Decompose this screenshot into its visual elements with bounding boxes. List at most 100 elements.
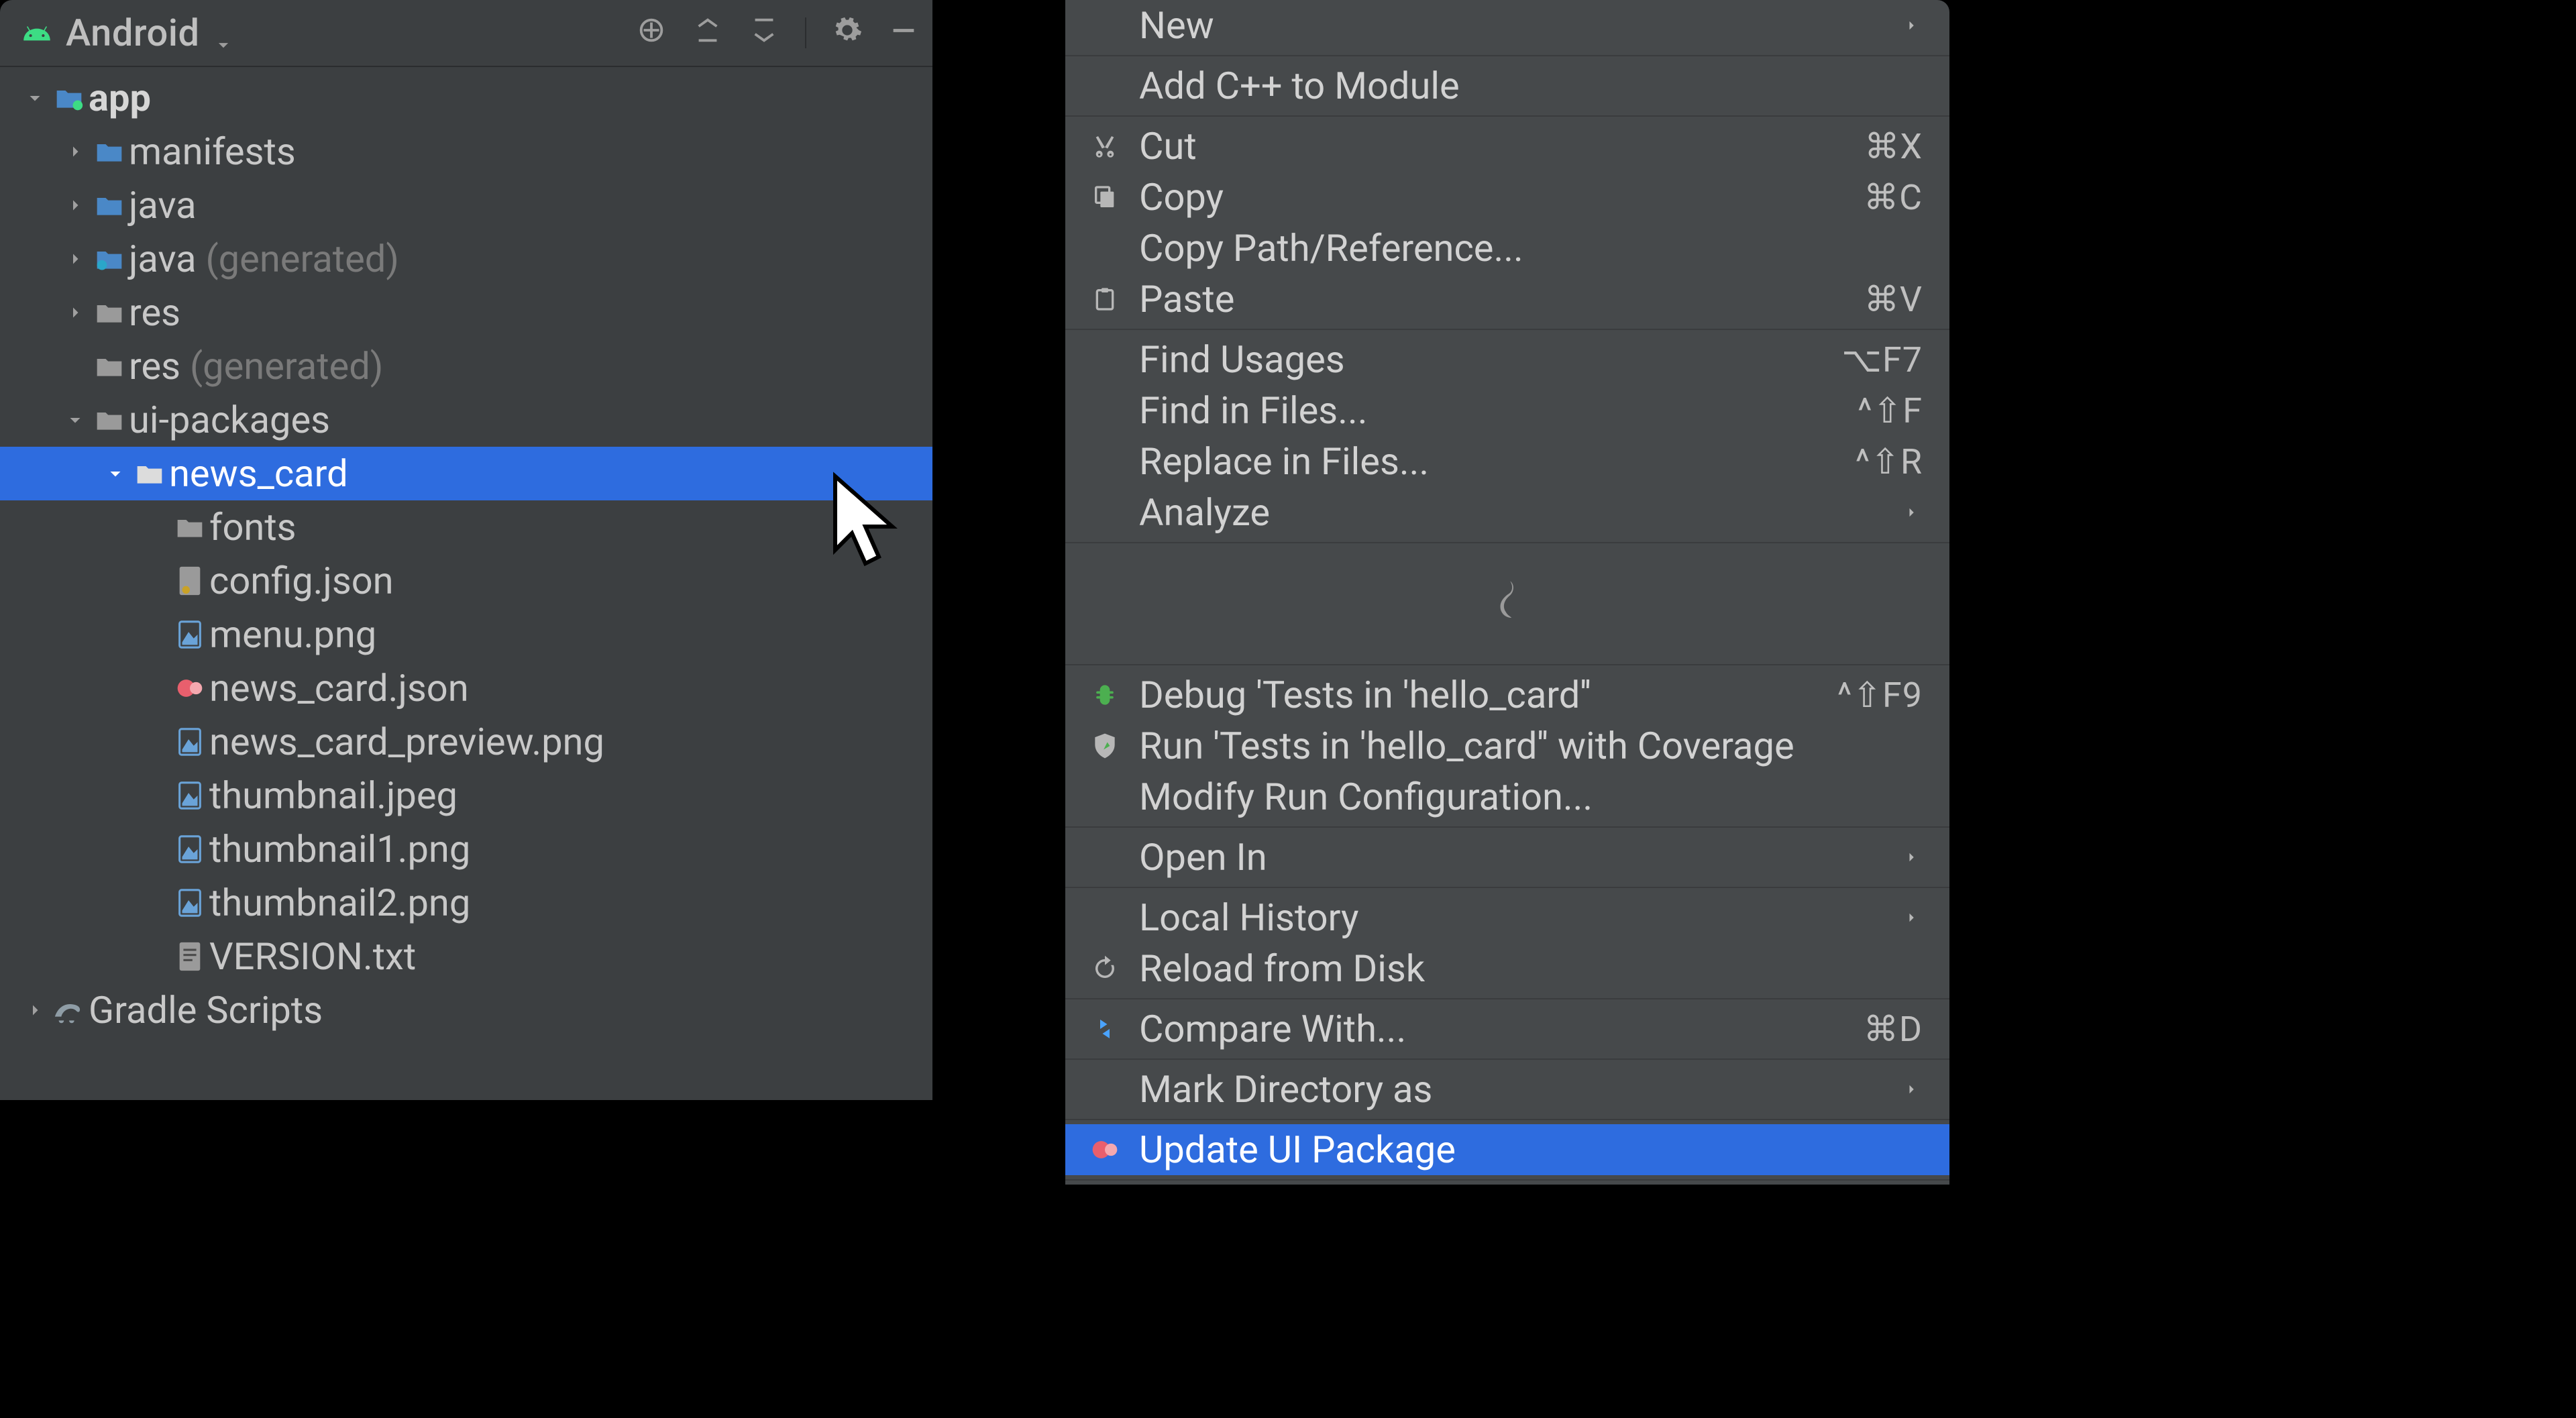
tree-node-gradle-scripts[interactable]: Gradle Scripts — [0, 983, 932, 1037]
menu-label: Update UI Package — [1139, 1128, 1923, 1172]
project-panel-header: Android — [0, 0, 932, 67]
hide-icon[interactable] — [888, 11, 919, 55]
tree-node-ui-packages[interactable]: ui-packages — [0, 393, 932, 447]
tree-node-news-card[interactable]: news_card — [0, 447, 932, 500]
chevron-right-icon — [1900, 502, 1923, 523]
resource-folder-icon — [90, 353, 129, 379]
menu-item-find-usages[interactable]: Find Usages ⌥F7 — [1065, 334, 1949, 385]
tree-node-news-card-preview[interactable]: news_card_preview.png — [0, 715, 932, 769]
tree-label: java (generated) — [129, 237, 399, 281]
menu-shortcut: ^⇧R — [1856, 441, 1923, 482]
menu-item-mark-directory[interactable]: Mark Directory as — [1065, 1064, 1949, 1115]
chevron-right-icon — [60, 193, 90, 217]
tree-label: VERSION.txt — [209, 934, 416, 979]
tree-node-news-card-json[interactable]: news_card.json — [0, 661, 932, 715]
menu-item-paste[interactable]: Paste ⌘V — [1065, 274, 1949, 325]
tree-node-app[interactable]: app — [0, 71, 932, 125]
menu-item-compare-with[interactable]: Compare With... ⌘D — [1065, 1003, 1949, 1054]
bug-icon — [1085, 680, 1124, 710]
tree-node-version-txt[interactable]: VERSION.txt — [0, 930, 932, 983]
menu-shortcut: ^⇧F9 — [1837, 675, 1923, 716]
menu-item-analyze[interactable]: Analyze — [1065, 487, 1949, 538]
tree-label: thumbnail.jpeg — [209, 773, 458, 818]
gradle-icon — [50, 997, 89, 1024]
tree-label: res — [129, 290, 180, 335]
chevron-right-icon — [1900, 15, 1923, 36]
tree-node-java-generated[interactable]: java (generated) — [0, 232, 932, 286]
tree-label: res (generated) — [129, 344, 383, 388]
tree-label: thumbnail2.png — [209, 881, 470, 925]
tree-node-res-generated[interactable]: res (generated) — [0, 339, 932, 393]
tree-node-res[interactable]: res — [0, 286, 932, 339]
tree-node-menu-png[interactable]: menu.png — [0, 608, 932, 661]
image-file-icon — [170, 619, 209, 650]
menu-label: Modify Run Configuration... — [1139, 775, 1923, 819]
chevron-right-icon — [1900, 908, 1923, 928]
menu-scroll-indicator — [1065, 547, 1949, 660]
menu-item-new[interactable]: New — [1065, 0, 1949, 51]
tree-node-manifests[interactable]: manifests — [0, 125, 932, 178]
tree-node-thumbnail2-png[interactable]: thumbnail2.png — [0, 876, 932, 930]
expand-all-icon[interactable] — [692, 11, 723, 55]
menu-item-open-in[interactable]: Open In — [1065, 832, 1949, 883]
cut-icon — [1085, 133, 1124, 160]
menu-label: Add C++ to Module — [1139, 64, 1923, 108]
menu-separator — [1065, 664, 1949, 665]
menu-item-replace-in-files[interactable]: Replace in Files... ^⇧R — [1065, 436, 1949, 487]
generated-folder-icon — [90, 246, 129, 272]
menu-shortcut: ⌘V — [1864, 279, 1923, 320]
menu-label: Find in Files... — [1139, 388, 1843, 433]
menu-label: Compare With... — [1139, 1007, 1849, 1051]
tree-label: app — [89, 76, 151, 120]
project-view-selector[interactable]: Android — [20, 11, 621, 55]
tree-label: config.json — [209, 559, 394, 603]
menu-shortcut: ⌘C — [1864, 177, 1923, 218]
menu-label: Local History — [1139, 895, 1885, 940]
menu-label: Copy — [1139, 175, 1849, 219]
tree-label: fonts — [209, 505, 297, 549]
reload-icon — [1085, 955, 1124, 983]
menu-label: Replace in Files... — [1139, 439, 1841, 484]
menu-item-reload[interactable]: Reload from Disk — [1065, 943, 1949, 994]
menu-item-local-history[interactable]: Local History — [1065, 892, 1949, 943]
menu-separator — [1065, 826, 1949, 828]
image-file-icon — [170, 726, 209, 757]
menu-item-find-in-files[interactable]: Find in Files... ^⇧F — [1065, 385, 1949, 436]
chevron-down-icon — [20, 86, 50, 110]
chevron-down-icon — [101, 461, 130, 486]
gear-icon[interactable] — [832, 11, 863, 55]
paste-icon — [1085, 286, 1124, 313]
select-opened-file-icon[interactable] — [636, 11, 667, 55]
tree-node-fonts[interactable]: fonts — [0, 500, 932, 554]
collapse-all-icon[interactable] — [749, 11, 780, 55]
tree-node-thumbnail1-png[interactable]: thumbnail1.png — [0, 822, 932, 876]
image-file-icon — [170, 780, 209, 811]
tree-node-java[interactable]: java — [0, 178, 932, 232]
menu-item-copy-path[interactable]: Copy Path/Reference... — [1065, 223, 1949, 274]
copy-icon — [1085, 184, 1124, 211]
menu-separator — [1065, 1119, 1949, 1120]
tree-node-config-json[interactable]: config.json — [0, 554, 932, 608]
menu-label: Run 'Tests in 'hello_card'' with Coverag… — [1139, 724, 1923, 768]
menu-item-copy[interactable]: Copy ⌘C — [1065, 172, 1949, 223]
project-view-label: Android — [66, 11, 200, 55]
menu-item-debug-tests[interactable]: Debug 'Tests in 'hello_card'' ^⇧F9 — [1065, 669, 1949, 720]
chevron-right-icon — [60, 247, 90, 271]
menu-item-modify-run[interactable]: Modify Run Configuration... — [1065, 771, 1949, 822]
menu-item-add-cpp[interactable]: Add C++ to Module — [1065, 60, 1949, 111]
tree-label: news_card.json — [209, 666, 469, 710]
folder-icon — [130, 461, 169, 486]
menu-item-run-coverage[interactable]: Run 'Tests in 'hello_card'' with Coverag… — [1065, 720, 1949, 771]
menu-separator — [1065, 55, 1949, 56]
menu-separator — [1065, 887, 1949, 888]
menu-shortcut: ⌘X — [1864, 126, 1923, 167]
menu-label: Copy Path/Reference... — [1139, 226, 1923, 270]
tree-node-thumbnail-jpeg[interactable]: thumbnail.jpeg — [0, 769, 932, 822]
chevron-right-icon — [1900, 1079, 1923, 1099]
menu-label: Debug 'Tests in 'hello_card'' — [1139, 673, 1823, 717]
menu-item-cut[interactable]: Cut ⌘X — [1065, 121, 1949, 172]
folder-icon — [90, 193, 129, 218]
tree-label: Gradle Scripts — [89, 988, 323, 1032]
menu-separator — [1065, 542, 1949, 543]
menu-item-update-ui-package[interactable]: Update UI Package — [1065, 1124, 1949, 1175]
